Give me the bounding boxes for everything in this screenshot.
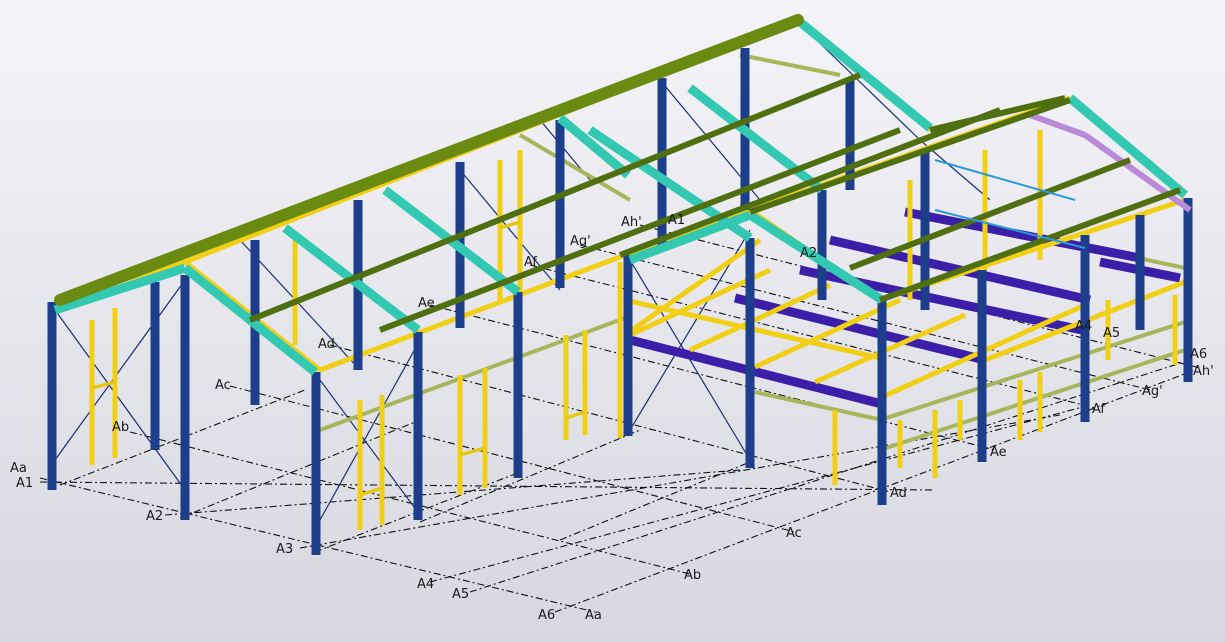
grid-label: Ab [112, 420, 129, 435]
model-viewport[interactable]: Aa A1 Ab A2 Ac A3 Ad A4 A5 A6 Aa Ae Af A… [0, 0, 1225, 642]
mezzanine-beam [733, 293, 987, 365]
gridline-diag-e [559, 461, 751, 541]
lintel [565, 410, 586, 420]
grid-label: A5 [452, 587, 469, 602]
brace [54, 309, 186, 491]
secondary-steel [54, 17, 1187, 530]
mezzanine-beams [628, 207, 1181, 409]
lintel [499, 220, 521, 230]
grid-label: Ag' [1142, 384, 1163, 399]
grid-label: Ah' [1193, 364, 1214, 379]
grid-label: A2 [146, 509, 163, 524]
grid-label: Aa [585, 608, 602, 623]
rafter [1067, 94, 1188, 199]
tie [934, 159, 1076, 201]
grid-label: A1 [668, 213, 685, 228]
grid-label: Ad [890, 486, 907, 501]
rafter [797, 18, 933, 132]
grid-label: Ah' [621, 215, 642, 230]
grid-label: Af [524, 255, 537, 270]
lintel [91, 380, 116, 390]
ridge-beam [54, 14, 804, 306]
grid-label: A4 [417, 577, 434, 592]
rafter [628, 210, 752, 265]
grid-label: Af [1092, 402, 1105, 417]
grid-label: A4 [1075, 319, 1092, 334]
steel-structure-3d-model[interactable]: Aa A1 Ab A2 Ac A3 Ad A4 A5 A6 Aa Ae Af A… [0, 0, 1225, 642]
grid-label: Aa [10, 461, 27, 476]
grid-label: Ae [418, 296, 435, 311]
girt [879, 320, 1186, 422]
grid-label: Ag' [570, 234, 591, 249]
gridline-4 [429, 404, 1091, 583]
grid-label: Ac [786, 526, 802, 541]
grid-label: A6 [1190, 347, 1207, 362]
grid-label: A2 [800, 246, 817, 261]
grid-label: A6 [538, 608, 555, 623]
grid-label: A5 [1103, 326, 1120, 341]
girt [739, 53, 841, 77]
grid-label: Ab [684, 568, 701, 583]
grid-label: A3 [276, 542, 293, 557]
grid-label: A1 [16, 476, 33, 491]
grid-label: Ac [215, 378, 231, 393]
grid-label: Ad [318, 337, 335, 352]
gridline-ab [129, 431, 691, 575]
grid-label: Ae [990, 445, 1007, 460]
